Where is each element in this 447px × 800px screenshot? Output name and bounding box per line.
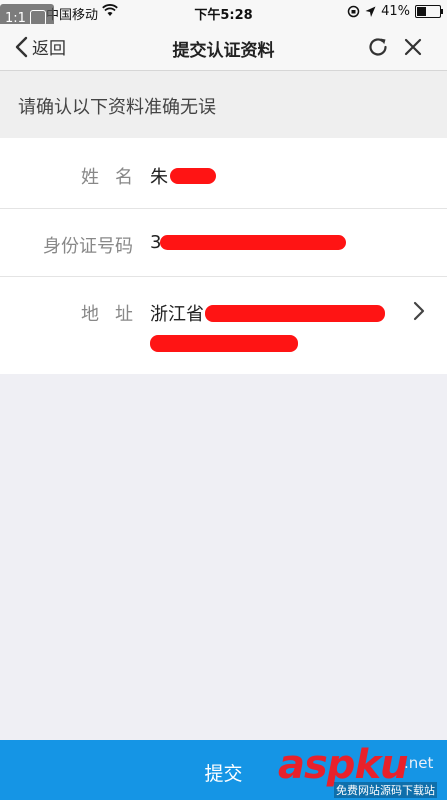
address-value: 浙江省 <box>150 304 204 325</box>
confirm-header: 请确认以下资料准确无误 <box>0 71 447 138</box>
address-row[interactable]: 地址 浙江省 <box>0 276 447 374</box>
name-row: 姓名 朱 <box>0 138 447 208</box>
chevron-right-icon <box>413 301 425 321</box>
watermark-logo: aspku .net 免费网站源码下载站 <box>276 740 447 800</box>
close-icon[interactable] <box>402 36 424 58</box>
id-number-row: 身份证号码 3 <box>0 208 447 276</box>
status-bar: 中国移动 下午5:28 41% 1:1 <box>0 0 447 32</box>
name-value: 朱 <box>150 167 168 188</box>
id-number-label: 身份证号码 <box>43 236 133 257</box>
address-redaction <box>150 335 298 352</box>
orientation-lock-icon <box>347 5 360 18</box>
battery-icon <box>415 5 443 18</box>
address-label: 地址 <box>81 304 149 325</box>
name-label: 姓名 <box>81 167 149 188</box>
confirm-text: 请确认以下资料准确无误 <box>18 97 216 118</box>
watermark-suffix: .net <box>404 754 434 772</box>
name-redaction <box>170 168 216 184</box>
battery-percent: 41% <box>381 4 410 19</box>
address-redaction <box>205 305 385 322</box>
id-number-redaction <box>160 235 346 250</box>
nav-bar: 返回 提交认证资料 <box>0 24 447 71</box>
refresh-icon[interactable] <box>366 35 390 59</box>
watermark-tagline: 免费网站源码下载站 <box>334 782 437 798</box>
location-icon <box>365 6 376 17</box>
info-card: 姓名 朱 身份证号码 3 地址 浙江省 <box>0 138 447 374</box>
